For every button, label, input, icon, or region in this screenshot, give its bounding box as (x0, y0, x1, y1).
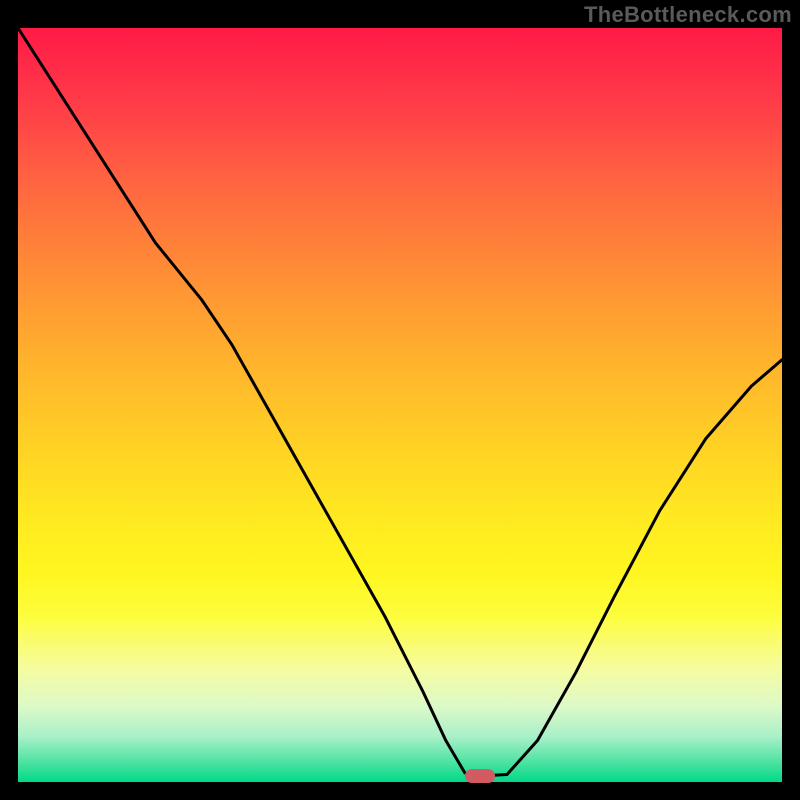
plot-area (18, 28, 782, 782)
chart-frame: TheBottleneck.com (0, 0, 800, 800)
optimal-point-marker (465, 769, 495, 783)
bottleneck-curve (18, 28, 782, 782)
watermark-text: TheBottleneck.com (584, 2, 792, 28)
